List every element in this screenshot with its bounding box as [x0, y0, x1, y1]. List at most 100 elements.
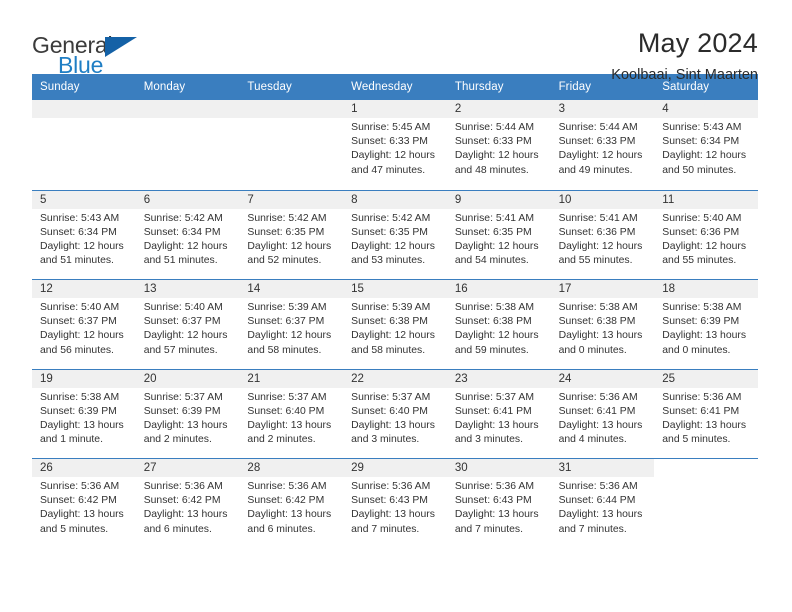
day-details: Sunrise: 5:37 AM Sunset: 6:39 PM Daylight:… [136, 388, 240, 448]
sunset-text: Sunset: 6:40 PM [247, 405, 325, 417]
day-number: 13 [143, 283, 157, 295]
day-details: Sunrise: 5:42 AM Sunset: 6:34 PM Daylight:… [136, 209, 240, 269]
day-details: Sunrise: 5:36 AM Sunset: 6:42 PM Daylight:… [239, 477, 343, 537]
calendar-day-cell[interactable]: 29 Sunrise: 5:36 AM Sunset: 6:43 PM Dayligh… [343, 459, 447, 548]
calendar-day-cell[interactable]: 20 Sunrise: 5:37 AM Sunset: 6:39 PM Dayligh… [135, 369, 240, 458]
daylight-text: Daylight: 12 hours [558, 150, 643, 162]
day-details: Sunrise: 5:40 AM Sunset: 6:37 PM Daylight:… [136, 298, 240, 358]
day-number-strip: 31 [550, 459, 655, 477]
calendar-day-cell[interactable]: 23 Sunrise: 5:37 AM Sunset: 6:41 PM Dayligh… [446, 369, 551, 458]
calendar-day-cell[interactable]: 21 Sunrise: 5:37 AM Sunset: 6:40 PM Dayligh… [239, 369, 344, 458]
calendar-day-cell[interactable]: 15 Sunrise: 5:39 AM Sunset: 6:38 PM Dayligh… [343, 280, 447, 369]
day-details: Sunrise: 5:42 AM Sunset: 6:35 PM Daylight:… [343, 209, 447, 269]
daylight-text: Daylight: 13 hours [662, 330, 747, 342]
day-number: 15 [351, 283, 364, 295]
calendar-day-cell[interactable]: 3 Sunrise: 5:44 AM Sunset: 6:33 PM Daylight… [550, 100, 655, 190]
calendar-day-cell[interactable]: 6 Sunrise: 5:42 AM Sunset: 6:34 PM Daylight… [135, 190, 240, 279]
sunset-text: Sunset: 6:41 PM [662, 405, 740, 417]
calendar-day-cell[interactable]: 12 Sunrise: 5:40 AM Sunset: 6:37 PM Dayligh… [32, 280, 136, 369]
calendar-day-cell[interactable]: 5 Sunrise: 5:43 AM Sunset: 6:34 PM Daylight… [32, 190, 136, 279]
calendar-day-cell[interactable]: 24 Sunrise: 5:36 AM Sunset: 6:41 PM Dayligh… [550, 369, 655, 458]
sunrise-text: Sunrise: 5:43 AM [40, 212, 120, 224]
day-number: 12 [40, 283, 53, 295]
calendar-day-cell[interactable]: 13 Sunrise: 5:40 AM Sunset: 6:37 PM Dayligh… [135, 280, 240, 369]
daylight-text: and 1 minute. [40, 434, 103, 446]
calendar-week-row: 12 Sunrise: 5:40 AM Sunset: 6:37 PM Dayligh… [32, 279, 758, 369]
sunset-text: Sunset: 6:39 PM [40, 405, 117, 417]
calendar-day-cell[interactable]: 4 Sunrise: 5:43 AM Sunset: 6:34 PM Daylight… [654, 100, 758, 190]
day-number: 3 [558, 103, 565, 115]
calendar-day-cell[interactable]: 26 Sunrise: 5:36 AM Sunset: 6:42 PM Dayligh… [32, 459, 136, 548]
daylight-text: and 6 minutes. [247, 523, 316, 535]
calendar-day-cell[interactable]: 31 Sunrise: 5:36 AM Sunset: 6:44 PM Dayligh… [550, 459, 655, 548]
calendar-table: Sunday Monday Tuesday Wednesday Thursday Frid… [32, 74, 758, 548]
calendar-day-cell[interactable]: 8 Sunrise: 5:42 AM Sunset: 6:35 PM Daylight… [343, 190, 447, 279]
daylight-text: and 7 minutes. [351, 523, 420, 535]
day-number-strip: 29 [343, 459, 447, 477]
calendar-day-cell[interactable]: 28 Sunrise: 5:36 AM Sunset: 6:42 PM Dayligh… [239, 459, 344, 548]
sunset-text: Sunset: 6:36 PM [662, 226, 740, 238]
sunset-text: Sunset: 6:43 PM [454, 495, 532, 507]
calendar-day-cell[interactable]: 17 Sunrise: 5:38 AM Sunset: 6:38 PM Dayligh… [550, 280, 655, 369]
daylight-text: and 3 minutes. [351, 434, 420, 446]
calendar-day-cell[interactable]: 1 Sunrise: 5:45 AM Sunset: 6:33 PM Daylight… [343, 100, 447, 190]
sunset-text: Sunset: 6:35 PM [351, 226, 428, 238]
weekday-header-friday: Friday [558, 81, 592, 93]
day-number: 19 [40, 372, 53, 385]
day-number-strip: 14 [239, 280, 344, 298]
calendar-day-cell[interactable]: 30 Sunrise: 5:36 AM Sunset: 6:43 PM Dayligh… [446, 459, 551, 548]
general-blue-logo[interactable]: General Blue [32, 28, 160, 80]
sunrise-text: Sunrise: 5:43 AM [662, 122, 742, 133]
calendar-day-cell-empty [239, 100, 344, 190]
calendar-day-cell[interactable]: 9 Sunrise: 5:41 AM Sunset: 6:35 PM Daylight… [446, 190, 551, 279]
day-details: Sunrise: 5:40 AM Sunset: 6:36 PM Daylight:… [654, 209, 758, 269]
sunrise-text: Sunrise: 5:36 AM [351, 481, 431, 492]
daylight-text: Daylight: 12 hours [40, 240, 124, 252]
calendar-day-cell[interactable]: 16 Sunrise: 5:38 AM Sunset: 6:38 PM Dayligh… [446, 280, 551, 369]
day-number-strip: 28 [239, 459, 344, 477]
calendar-day-cell[interactable]: 22 Sunrise: 5:37 AM Sunset: 6:40 PM Dayligh… [343, 369, 447, 458]
day-number: 7 [247, 193, 254, 206]
daylight-text: Daylight: 13 hours [40, 419, 124, 431]
calendar-week-row: 26 Sunrise: 5:36 AM Sunset: 6:42 PM Dayligh… [32, 458, 758, 548]
day-number-strip: 4 [654, 100, 758, 118]
day-number: 11 [662, 193, 675, 206]
daylight-text: and 58 minutes. [351, 344, 426, 356]
sunrise-text: Sunrise: 5:39 AM [247, 302, 327, 313]
daylight-text: Daylight: 13 hours [351, 509, 435, 521]
sunset-text: Sunset: 6:36 PM [558, 226, 636, 238]
calendar-week-row: 1 Sunrise: 5:45 AM Sunset: 6:33 PM Daylight… [32, 100, 758, 190]
day-number-strip: 10 [550, 190, 655, 209]
day-details: Sunrise: 5:38 AM Sunset: 6:39 PM Daylight:… [654, 298, 758, 358]
day-number: 25 [662, 372, 676, 385]
daylight-text: and 3 minutes. [454, 434, 524, 446]
calendar-day-cell[interactable]: 27 Sunrise: 5:36 AM Sunset: 6:42 PM Dayligh… [135, 459, 240, 548]
calendar-day-cell[interactable]: 25 Sunrise: 5:36 AM Sunset: 6:41 PM Dayligh… [654, 369, 758, 458]
day-details [654, 477, 758, 480]
calendar-day-cell[interactable]: 2 Sunrise: 5:44 AM Sunset: 6:33 PM Daylight… [446, 100, 551, 190]
day-details: Sunrise: 5:37 AM Sunset: 6:40 PM Daylight:… [343, 388, 447, 448]
day-details [136, 118, 240, 121]
calendar-day-cell[interactable]: 10 Sunrise: 5:41 AM Sunset: 6:36 PM Dayligh… [550, 190, 655, 279]
daylight-text: and 2 minutes. [143, 434, 212, 446]
day-number: 10 [558, 193, 572, 206]
sunset-text: Sunset: 6:33 PM [454, 136, 532, 148]
calendar-day-cell[interactable]: 19 Sunrise: 5:38 AM Sunset: 6:39 PM Dayligh… [32, 369, 136, 458]
daylight-text: and 0 minutes. [558, 344, 627, 356]
sunrise-text: Sunrise: 5:41 AM [454, 212, 534, 224]
day-details: Sunrise: 5:36 AM Sunset: 6:42 PM Daylight:… [136, 477, 240, 537]
calendar-day-cell[interactable]: 14 Sunrise: 5:39 AM Sunset: 6:37 PM Dayligh… [239, 280, 344, 369]
daylight-text: Daylight: 12 hours [351, 150, 435, 162]
sunset-text: Sunset: 6:41 PM [454, 405, 532, 417]
daylight-text: and 7 minutes. [558, 523, 627, 535]
sunset-text: Sunset: 6:34 PM [40, 226, 117, 238]
day-number-strip: 2 [446, 100, 551, 118]
daylight-text: and 54 minutes. [454, 255, 529, 267]
calendar-day-cell[interactable]: 18 Sunrise: 5:38 AM Sunset: 6:39 PM Dayligh… [654, 280, 758, 369]
day-details: Sunrise: 5:43 AM Sunset: 6:34 PM Daylight:… [654, 118, 758, 178]
daylight-text: and 49 minutes. [558, 164, 633, 176]
calendar-day-cell[interactable]: 7 Sunrise: 5:42 AM Sunset: 6:35 PM Daylight… [239, 190, 344, 279]
calendar-day-cell[interactable]: 11 Sunrise: 5:40 AM Sunset: 6:36 PM Dayligh… [654, 190, 758, 279]
sunrise-text: Sunrise: 5:40 AM [143, 302, 223, 313]
day-number: 26 [40, 462, 53, 474]
